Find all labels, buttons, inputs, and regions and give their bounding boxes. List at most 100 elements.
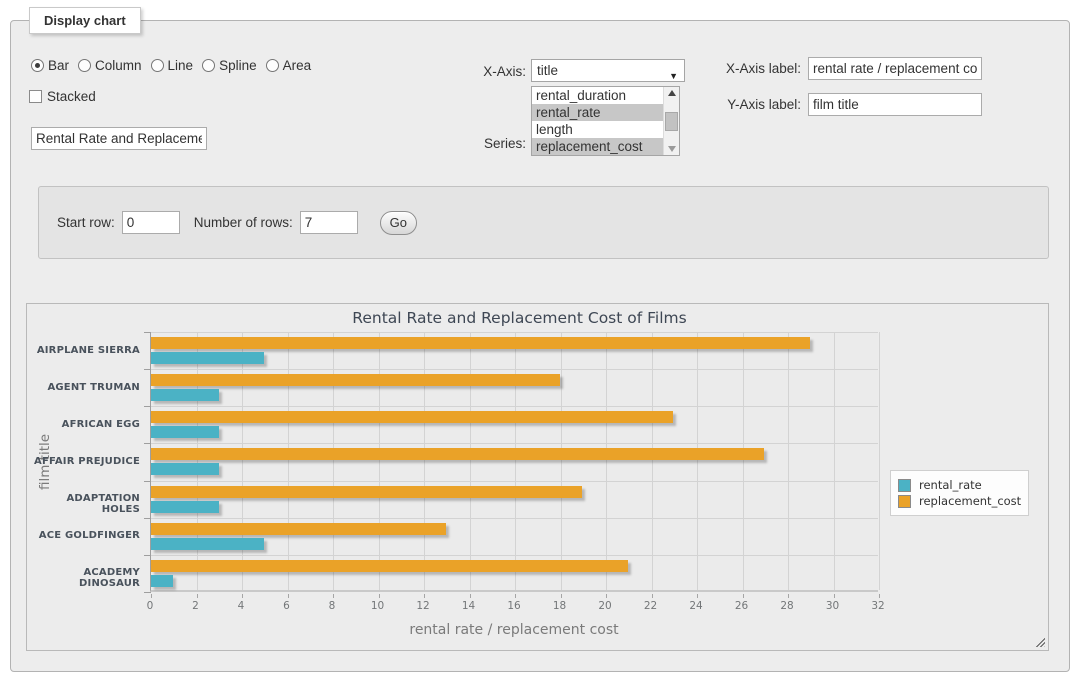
- x-axis-label-input[interactable]: [808, 57, 982, 80]
- x-tick-label: 28: [767, 600, 807, 612]
- x-tick: [333, 594, 334, 598]
- y-axis-label-input[interactable]: [808, 93, 982, 116]
- category-label: ACADEMY DINOSAUR: [27, 567, 140, 589]
- x-tick: [652, 594, 653, 598]
- radio-icon[interactable]: [151, 59, 164, 72]
- chart-type-option-area[interactable]: Area: [266, 58, 312, 73]
- x-tick-label: 18: [540, 600, 580, 612]
- category-label: AGENT TRUMAN: [27, 382, 140, 393]
- series-option-length[interactable]: length: [532, 121, 679, 138]
- chart-title: Rental Rate and Replacement Cost of Film…: [27, 309, 1012, 327]
- x-tick: [288, 594, 289, 598]
- x-tick: [379, 594, 380, 598]
- rental_rate-bar: [151, 463, 219, 475]
- y-axis-label-label: Y-Axis label:: [651, 97, 801, 112]
- x-tick: [788, 594, 789, 598]
- category-label: ADAPTATION HOLES: [27, 493, 140, 515]
- stacked-checkbox-row[interactable]: Stacked: [29, 89, 96, 104]
- chart-type-option-bar[interactable]: Bar: [31, 58, 69, 73]
- radio-label: Area: [283, 58, 312, 73]
- rental_rate-bar: [151, 501, 219, 513]
- radio-icon[interactable]: [78, 59, 91, 72]
- x-axis-label-label: X-Axis label:: [651, 61, 801, 76]
- x-tick: [151, 594, 152, 598]
- x-tick: [424, 594, 425, 598]
- category-label: AFFAIR PREJUDICE: [27, 456, 140, 467]
- radio-label: Spline: [219, 58, 257, 73]
- x-tick-label: 30: [813, 600, 853, 612]
- y-tick: [144, 592, 151, 593]
- radio-icon[interactable]: [266, 59, 279, 72]
- chart-type-option-column[interactable]: Column: [78, 58, 142, 73]
- radio-label: Column: [95, 58, 142, 73]
- x-tick: [242, 594, 243, 598]
- x-axis-title: rental rate / replacement cost: [150, 622, 878, 638]
- replacement_cost-bar: [151, 486, 582, 498]
- legend-entry: replacement_cost: [898, 494, 1021, 508]
- plot-area: [150, 332, 878, 592]
- x-tick-label: 12: [403, 600, 443, 612]
- chart-container: Rental Rate and Replacement Cost of Film…: [26, 303, 1049, 651]
- chart-title-input[interactable]: [31, 127, 207, 150]
- radio-icon[interactable]: [202, 59, 215, 72]
- x-tick-label: 4: [221, 600, 261, 612]
- y-tick: [144, 369, 151, 370]
- rental_rate-bar: [151, 352, 264, 364]
- rental_rate-bar: [151, 538, 264, 550]
- x-tick-label: 10: [358, 600, 398, 612]
- x-tick-label: 24: [676, 600, 716, 612]
- x-tick-label: 0: [130, 600, 170, 612]
- legend-swatch-icon: [898, 479, 911, 492]
- x-tick-label: 20: [585, 600, 625, 612]
- category-label: ACE GOLDFINGER: [27, 530, 140, 541]
- y-tick: [144, 555, 151, 556]
- x-tick-label: 2: [176, 600, 216, 612]
- radio-label: Bar: [48, 58, 69, 73]
- x-axis-selected-value: title: [537, 63, 558, 78]
- start-row-input[interactable]: [122, 211, 180, 234]
- stacked-checkbox[interactable]: [29, 90, 42, 103]
- series-option-replacement_cost[interactable]: replacement_cost: [532, 138, 679, 155]
- x-tick: [606, 594, 607, 598]
- row-range-form: Start row: Number of rows: Go: [38, 186, 1049, 259]
- y-tick: [144, 332, 151, 333]
- panel-legend: Display chart: [29, 7, 141, 34]
- x-tick: [743, 594, 744, 598]
- legend-label: rental_rate: [919, 478, 982, 492]
- display-chart-panel: Display chart BarColumnLineSplineArea St…: [10, 20, 1070, 672]
- resize-grip-icon[interactable]: [1034, 636, 1045, 647]
- x-tick: [879, 594, 880, 598]
- rental_rate-bar: [151, 389, 219, 401]
- replacement_cost-bar: [151, 523, 446, 535]
- x-tick: [470, 594, 471, 598]
- x-tick-label: 32: [858, 600, 898, 612]
- replacement_cost-bar: [151, 448, 764, 460]
- x-tick: [197, 594, 198, 598]
- chart-type-option-spline[interactable]: Spline: [202, 58, 257, 73]
- scroll-up-icon[interactable]: [668, 90, 676, 96]
- category-band: [151, 481, 878, 518]
- x-tick-label: 26: [722, 600, 762, 612]
- replacement_cost-bar: [151, 374, 560, 386]
- scroll-down-icon[interactable]: [668, 146, 676, 152]
- scrollbar-thumb[interactable]: [665, 112, 678, 131]
- x-tick-label: 16: [494, 600, 534, 612]
- x-tick: [561, 594, 562, 598]
- radio-label: Line: [168, 58, 194, 73]
- replacement_cost-bar: [151, 411, 673, 423]
- chart-type-option-line[interactable]: Line: [151, 58, 194, 73]
- x-tick-label: 8: [312, 600, 352, 612]
- category-band: [151, 332, 878, 369]
- replacement_cost-bar: [151, 337, 810, 349]
- go-button[interactable]: Go: [380, 211, 417, 235]
- series-select-label: Series:: [381, 136, 526, 151]
- x-tick-label: 14: [449, 600, 489, 612]
- radio-icon[interactable]: [31, 59, 44, 72]
- category-band: [151, 369, 878, 406]
- legend-swatch-icon: [898, 495, 911, 508]
- category-band: [151, 555, 878, 592]
- legend-label: replacement_cost: [919, 494, 1021, 508]
- y-tick: [144, 443, 151, 444]
- legend-entry: rental_rate: [898, 478, 1021, 492]
- num-rows-input[interactable]: [300, 211, 358, 234]
